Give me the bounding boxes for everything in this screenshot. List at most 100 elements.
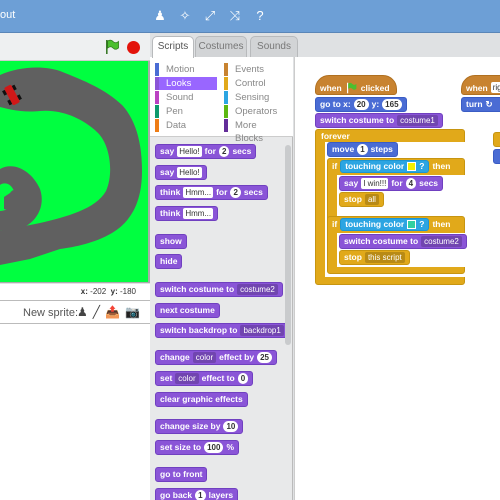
block-partial[interactable]	[493, 132, 500, 147]
block-dropdown[interactable]: this script	[364, 252, 405, 263]
block-dropdown[interactable]: costume2	[237, 284, 278, 295]
category-motion[interactable]: Motion	[155, 63, 217, 76]
block-switch-costume[interactable]: switch costume to costume1	[315, 113, 443, 128]
block-number[interactable]: 4	[405, 178, 417, 189]
stage-canvas[interactable]	[0, 61, 150, 283]
block-dropdown[interactable]: costume1	[397, 115, 438, 126]
block-move-steps[interactable]: move 1 steps	[327, 142, 398, 157]
tab-scripts[interactable]: Scripts	[152, 36, 194, 58]
block-text: effect by	[219, 352, 255, 362]
block-input[interactable]: I win!!!	[361, 178, 389, 189]
block-next-costume[interactable]: next costume	[155, 303, 220, 318]
block-text: clicked	[360, 82, 390, 93]
camera-icon[interactable]: 📷	[125, 305, 140, 319]
block-number[interactable]: 25	[257, 352, 272, 363]
block-think[interactable]: think Hmm...	[155, 206, 219, 221]
block-text: think	[160, 187, 181, 197]
block-number[interactable]: 100	[204, 442, 224, 453]
block-text: then	[432, 219, 451, 229]
grow-icon[interactable]: ⤢	[202, 8, 218, 24]
category-events[interactable]: Events	[224, 63, 286, 76]
block-input[interactable]: Hmm...	[183, 208, 214, 219]
block-input[interactable]: righ	[490, 82, 500, 93]
block-input[interactable]: Hello!	[177, 146, 202, 157]
if-header: if touching color ? then	[328, 217, 454, 232]
block-set-effect[interactable]: set color effect to 0	[155, 371, 254, 386]
block-go-to-front[interactable]: go to front	[155, 467, 208, 482]
block-set-size[interactable]: set size to 100 %	[155, 440, 240, 455]
stop-icon[interactable]	[127, 41, 140, 54]
category-control[interactable]: Control	[224, 77, 286, 90]
block-hide[interactable]: hide	[155, 254, 183, 269]
block-input[interactable]: Hmm...	[183, 187, 214, 198]
category-more-blocks[interactable]: More Blocks	[224, 119, 286, 144]
block-number[interactable]: 1	[357, 144, 368, 155]
block-dropdown[interactable]: costume2	[421, 236, 462, 247]
block-say-for-secs[interactable]: say I win!!! for 4 secs	[339, 176, 444, 191]
block-partial[interactable]	[493, 149, 500, 164]
block-when-key-pressed[interactable]: when righ	[461, 75, 500, 95]
block-dropdown[interactable]: color	[175, 373, 199, 384]
upload-sprite-icon[interactable]: 📤	[105, 305, 120, 319]
palette-scrollbar[interactable]	[285, 145, 291, 345]
block-dropdown[interactable]: all	[364, 194, 379, 205]
tab-costumes[interactable]: Costumes	[195, 36, 247, 57]
tab-sounds[interactable]: Sounds	[250, 36, 298, 57]
block-say[interactable]: say Hello!	[155, 165, 207, 180]
block-change-effect[interactable]: change color effect by 25	[155, 350, 277, 365]
x-value: -202	[90, 287, 107, 296]
script-area[interactable]: when clicked go to x: 20 y: 165 switch c…	[294, 57, 500, 500]
block-go-to-xy[interactable]: go to x: 20 y: 165	[315, 97, 407, 112]
category-sensing[interactable]: Sensing	[224, 91, 286, 104]
block-switch-backdrop[interactable]: switch backdrop to backdrop1	[155, 323, 289, 338]
block-stop[interactable]: stop all	[339, 192, 384, 207]
block-dropdown[interactable]: backdrop1	[240, 325, 284, 336]
category-sound[interactable]: Sound	[155, 91, 217, 104]
block-turn[interactable]: turn ↻	[461, 97, 500, 112]
block-touching-color[interactable]: touching color ?	[340, 218, 430, 231]
block-text: set	[160, 373, 173, 383]
block-say-for-secs[interactable]: say Hello! for 2 secs	[155, 144, 257, 159]
car-sprite[interactable]	[2, 83, 22, 109]
block-number[interactable]: 10	[223, 421, 239, 432]
block-clear-graphic-effects[interactable]: clear graphic effects	[155, 392, 248, 407]
block-text: turn	[466, 99, 483, 109]
block-number[interactable]: 20	[353, 99, 369, 110]
block-dropdown[interactable]: color	[192, 352, 217, 363]
block-switch-costume[interactable]: switch costume to costume2	[155, 282, 283, 297]
block-touching-color[interactable]: touching color ?	[340, 160, 430, 173]
category-data[interactable]: Data	[155, 119, 217, 132]
block-change-size[interactable]: change size by 10	[155, 419, 244, 434]
duplicate-icon[interactable]: ♟	[152, 8, 168, 24]
category-pen[interactable]: Pen	[155, 105, 217, 118]
block-text: ?	[419, 161, 425, 171]
block-number[interactable]: 2	[230, 187, 241, 198]
green-flag-icon[interactable]	[104, 39, 120, 55]
block-when-flag-clicked[interactable]: when clicked	[315, 75, 397, 95]
block-input[interactable]: Hello!	[177, 167, 202, 178]
sprite-library-icon[interactable]: ♟	[77, 305, 88, 319]
color-swatch[interactable]	[407, 162, 417, 171]
block-number[interactable]: 0	[237, 373, 249, 384]
block-switch-costume[interactable]: switch costume to costume2	[339, 234, 467, 249]
block-text: switch costume to	[320, 115, 395, 125]
block-stop[interactable]: stop this script	[339, 250, 410, 265]
block-number[interactable]: 1	[195, 490, 206, 500]
block-text: secs	[243, 187, 263, 197]
block-go-back-layers[interactable]: go back 1 layers	[155, 488, 239, 500]
paint-sprite-icon[interactable]: ╱	[93, 305, 100, 319]
x-label: x:	[80, 287, 88, 296]
block-text: stop	[344, 194, 362, 204]
block-text: say	[160, 167, 175, 177]
category-looks[interactable]: Looks	[155, 77, 217, 90]
block-show[interactable]: show	[155, 234, 187, 249]
block-think-for-secs[interactable]: think Hmm... for 2 secs	[155, 185, 268, 200]
help-icon[interactable]: ?	[252, 8, 268, 24]
shrink-icon[interactable]: ⤨	[227, 8, 243, 24]
block-number[interactable]: 2	[218, 146, 230, 157]
category-operators[interactable]: Operators	[224, 105, 286, 118]
block-palette: Motion Looks Sound Pen Data Events Contr…	[150, 57, 293, 500]
block-number[interactable]: 165	[382, 99, 402, 110]
delete-icon[interactable]: ✧	[177, 8, 193, 24]
color-swatch[interactable]	[407, 220, 417, 229]
